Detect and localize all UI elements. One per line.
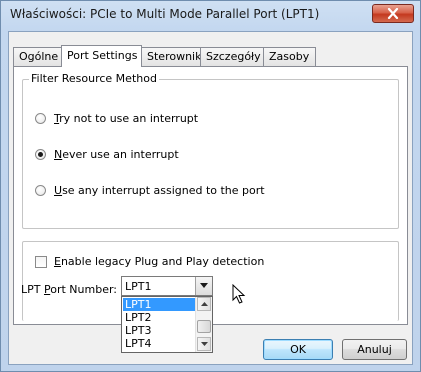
filter-resource-group: Filter Resource Method Try not to use an… <box>22 72 399 229</box>
close-button[interactable] <box>372 4 414 23</box>
window-title: Właściwości: PCIe to Multi Mode Parallel… <box>10 7 320 21</box>
tab-driver[interactable]: Sterownik <box>141 47 201 66</box>
properties-window: Właściwości: PCIe to Multi Mode Parallel… <box>0 0 421 372</box>
chevron-up-icon <box>201 302 208 306</box>
list-item-lpt4[interactable]: LPT4 <box>123 337 195 350</box>
chevron-down-icon <box>200 283 208 288</box>
radio-button[interactable] <box>35 113 46 124</box>
combo-dropdown-button[interactable] <box>195 277 212 295</box>
dialog-client-area: Ogólne Port Settings Sterownik Szczegóły… <box>8 31 413 365</box>
label-text: ever use an interrupt <box>62 148 179 161</box>
lpt-port-dropdown-list[interactable]: LPT1 LPT2 LPT3 LPT4 <box>121 296 213 353</box>
legacy-pnp-checkbox[interactable] <box>35 256 47 268</box>
cancel-button[interactable]: Anuluj <box>342 339 407 360</box>
label-text: ry not to use an interrupt <box>59 112 199 125</box>
mnemonic: N <box>54 148 63 161</box>
radio-label: Never use an interrupt <box>54 148 179 161</box>
lpt-port-number-label: LPT Port Number: <box>21 283 117 296</box>
tab-label: Zasoby <box>269 50 310 63</box>
list-item-lpt1[interactable]: LPT1 <box>123 298 195 311</box>
label-text: nable legacy Plug and Play detection <box>60 255 265 268</box>
tab-general[interactable]: Ogólne <box>13 47 62 66</box>
tab-label: Ogólne <box>19 50 59 63</box>
tab-label: Szczegóły <box>206 50 261 63</box>
radio-button-selected[interactable] <box>35 149 46 160</box>
scrollbar-thumb[interactable] <box>197 320 211 333</box>
radio-label: Try not to use an interrupt <box>54 112 198 125</box>
tab-details[interactable]: Szczegóły <box>200 47 264 66</box>
lpt-port-combobox[interactable]: LPT1 <box>121 276 213 296</box>
mouse-cursor-icon <box>232 284 246 304</box>
group-title: Filter Resource Method <box>29 72 159 85</box>
tab-port-settings[interactable]: Port Settings <box>61 45 142 67</box>
scroll-down-button[interactable] <box>197 337 211 351</box>
label-text: LPT <box>21 283 44 296</box>
mnemonic: U <box>54 184 63 197</box>
title-bar[interactable]: Właściwości: PCIe to Multi Mode Parallel… <box>1 1 420 29</box>
tab-label: Sterownik <box>147 50 202 63</box>
chevron-down-icon <box>201 342 208 346</box>
list-item-lpt3[interactable]: LPT3 <box>123 324 195 337</box>
mnemonic: E <box>54 255 61 268</box>
tab-resources[interactable]: Zasoby <box>263 47 316 66</box>
list-item-lpt2[interactable]: LPT2 <box>123 311 195 324</box>
dropdown-scrollbar[interactable] <box>195 297 212 352</box>
tab-label: Port Settings <box>67 49 138 62</box>
scroll-up-button[interactable] <box>197 297 211 311</box>
ok-button[interactable]: OK <box>263 339 333 360</box>
close-icon <box>387 8 399 19</box>
label-text: ort Number: <box>50 283 117 296</box>
label-text: se any interrupt assigned to the port <box>62 184 265 197</box>
radio-button[interactable] <box>35 185 46 196</box>
radio-label: Use any interrupt assigned to the port <box>54 184 265 197</box>
checkbox-label: Enable legacy Plug and Play detection <box>54 255 264 268</box>
combo-selected-value: LPT1 <box>125 280 152 293</box>
